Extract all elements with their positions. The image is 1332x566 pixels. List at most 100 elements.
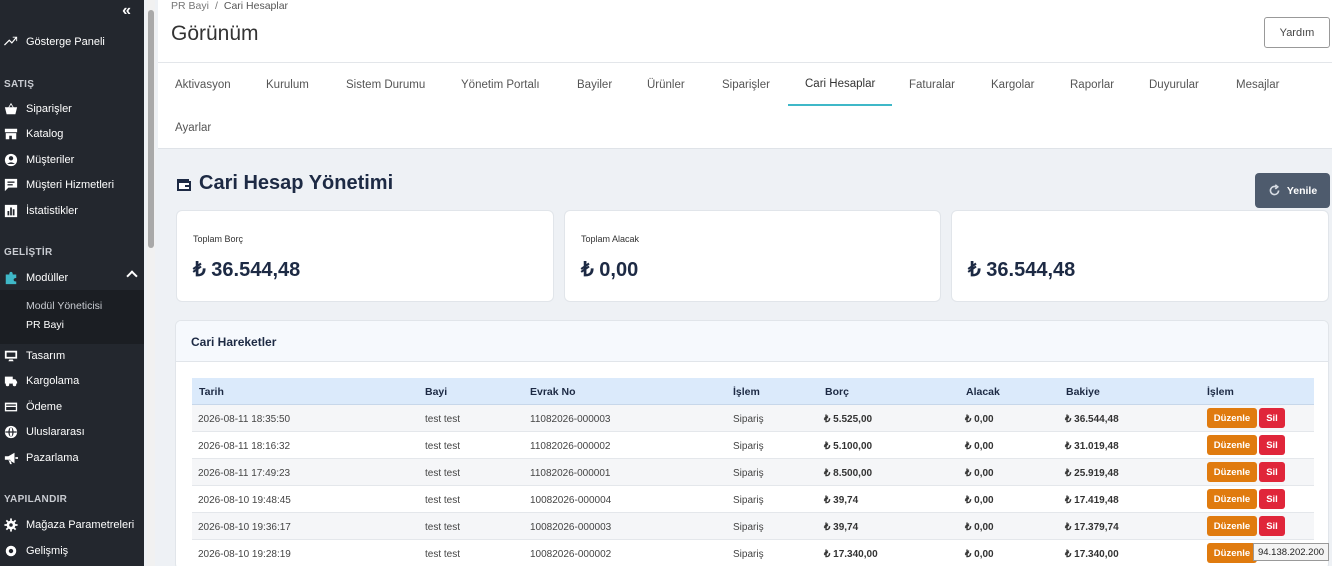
edit-button[interactable]: Düzenle [1207,543,1257,563]
tab-sistem-durumu[interactable]: Sistem Durumu [329,63,442,106]
card-value: ₺ 36.544,48 [968,259,1076,281]
delete-button[interactable]: Sil [1259,489,1285,509]
table-row: 2026-08-11 17:49:23 test test 11082026-0… [192,459,1314,486]
tab-kurulum[interactable]: Kurulum [249,63,326,106]
section-title-text: Cari Hesap Yönetimi [199,172,394,194]
sidebar-item-label: Gelişmiş [26,545,69,557]
panel-header: Cari Hareketler [176,321,1328,362]
summary-card-total-credit: Toplam Alacak ₺ 0,00 [564,210,941,302]
sidebar-scrollbar-thumb[interactable] [148,10,154,248]
cell-type: Sipariş [733,549,764,560]
sidebar-item-customers[interactable]: Müşteriler [0,149,144,171]
refresh-button[interactable]: Yenile [1255,173,1330,208]
tab-mesajlar[interactable]: Mesajlar [1219,63,1296,106]
cell-type: Sipariş [733,468,764,479]
cell-date: 2026-08-10 19:36:17 [198,522,291,533]
cell-doc-no: 10082026-000004 [530,495,612,506]
cell-debit: ₺ 5.525,00 [824,414,873,425]
table-row: 2026-08-11 18:35:50 test test 11082026-0… [192,405,1314,432]
column-header-debit[interactable]: Borç [825,386,849,398]
sidebar-submenu-modules: Modül Yöneticisi PR Bayi [0,290,144,344]
delete-button[interactable]: Sil [1259,462,1285,482]
tab-urunler[interactable]: Ürünler [630,63,702,106]
sidebar-collapse-button[interactable]: « [122,2,131,20]
sidebar-subitem-pr-bayi[interactable]: PR Bayi [26,319,64,331]
column-header-credit[interactable]: Alacak [966,386,1000,398]
tab-faturalar[interactable]: Faturalar [892,63,972,106]
table-row: 2026-08-10 19:28:19 test test 10082026-0… [192,540,1314,566]
edit-button[interactable]: Düzenle [1207,462,1257,482]
trending-up-icon [4,35,18,49]
help-button[interactable]: Yardım [1264,17,1330,48]
tab-cari-hesaplar[interactable]: Cari Hesaplar [788,63,893,106]
sidebar-item-dashboard[interactable]: Gösterge Paneli [0,31,144,53]
table-row: 2026-08-11 18:16:32 test test 11082026-0… [192,432,1314,459]
sidebar-item-label: Mağaza Parametreleri [26,519,135,531]
sidebar-item-shop-params[interactable]: Mağaza Parametreleri [0,514,144,536]
sidebar-item-design[interactable]: Tasarım [0,345,144,367]
delete-button[interactable]: Sil [1259,435,1285,455]
cell-credit: ₺ 0,00 [965,495,994,506]
card-label: Toplam Alacak [581,234,640,244]
column-header-actions: İşlem [1207,386,1234,398]
sidebar-section-develop: GELİŞTİR [4,247,53,258]
section-title: Cari Hesap Yönetimi [176,172,393,195]
edit-button[interactable]: Düzenle [1207,408,1257,428]
breadcrumb-current: Cari Hesaplar [223,0,289,12]
edit-button[interactable]: Düzenle [1207,489,1257,509]
column-header-dealer[interactable]: Bayi [425,386,447,398]
cell-debit: ₺ 39,74 [824,522,859,533]
tab-kargolar[interactable]: Kargolar [974,63,1051,106]
delete-button[interactable]: Sil [1259,516,1285,536]
refresh-button-label: Yenile [1286,184,1318,197]
tab-yonetim-portali[interactable]: Yönetim Portalı [444,63,557,106]
chat-icon [4,178,18,192]
sidebar-item-label: Pazarlama [26,452,79,464]
sidebar-item-catalog[interactable]: Katalog [0,123,144,145]
sidebar-item-statistics[interactable]: İstatistikler [0,200,144,222]
summary-card-balance: ₺ 36.544,48 [951,210,1329,302]
tab-duyurular[interactable]: Duyurular [1132,63,1216,106]
sidebar-item-shipping[interactable]: Kargolama [0,370,144,392]
cell-doc-no: 11082026-000001 [530,468,611,479]
sidebar-item-advanced[interactable]: Gelişmiş [0,540,144,562]
cell-dealer: test test [425,495,461,506]
tab-raporlar[interactable]: Raporlar [1053,63,1131,106]
sidebar-item-label: Modüller [26,272,69,284]
delete-button[interactable]: Sil [1259,408,1285,428]
tab-siparisler[interactable]: Siparişler [705,63,787,106]
cell-type: Sipariş [733,522,764,533]
tab-ayarlar[interactable]: Ayarlar [158,106,228,149]
sidebar-item-customer-service[interactable]: Müşteri Hizmetleri [0,174,144,196]
shopping-basket-icon [4,102,18,116]
tab-aktivasyon[interactable]: Aktivasyon [158,63,248,106]
column-header-date[interactable]: Tarih [199,386,224,398]
sidebar-item-orders[interactable]: Siparişler [0,98,144,120]
page-header: PR Bayi / Cari Hesaplar Görünüm Yardım [158,0,1332,62]
cell-balance: ₺ 25.919,48 [1065,468,1119,479]
cell-doc-no: 10082026-000003 [530,522,612,533]
edit-button[interactable]: Düzenle [1207,516,1257,536]
sidebar-subitem-module-manager[interactable]: Modül Yöneticisi [26,300,102,312]
column-header-type[interactable]: İşlem [733,386,760,398]
summary-card-total-debit: Toplam Borç ₺ 36.544,48 [176,210,554,302]
cell-date: 2026-08-11 18:16:32 [198,441,291,452]
sidebar-item-modules[interactable]: Modüller [0,267,144,289]
sidebar-item-international[interactable]: Uluslararası [0,421,144,443]
column-header-balance[interactable]: Bakiye [1066,386,1100,398]
sidebar-section-configure: YAPILANDIR [4,494,68,505]
tab-bayiler[interactable]: Bayiler [560,63,629,106]
panel-title: Cari Hareketler [191,335,277,349]
sidebar: « Gösterge Paneli SATIŞ Siparişler Katal… [0,0,144,566]
app-root: « Gösterge Paneli SATIŞ Siparişler Katal… [0,0,1332,566]
breadcrumb-parent[interactable]: PR Bayi [171,0,209,12]
edit-button[interactable]: Düzenle [1207,435,1257,455]
cell-balance: ₺ 17.379,74 [1065,522,1119,533]
column-header-doc-no[interactable]: Evrak No [530,386,576,398]
sidebar-item-payment[interactable]: Ödeme [0,396,144,418]
card-label: Toplam Borç [193,234,244,244]
monitor-icon [4,349,18,363]
breadcrumb: PR Bayi / Cari Hesaplar [171,0,288,12]
settings-advanced-icon [4,544,18,558]
sidebar-item-marketing[interactable]: Pazarlama [0,447,144,469]
